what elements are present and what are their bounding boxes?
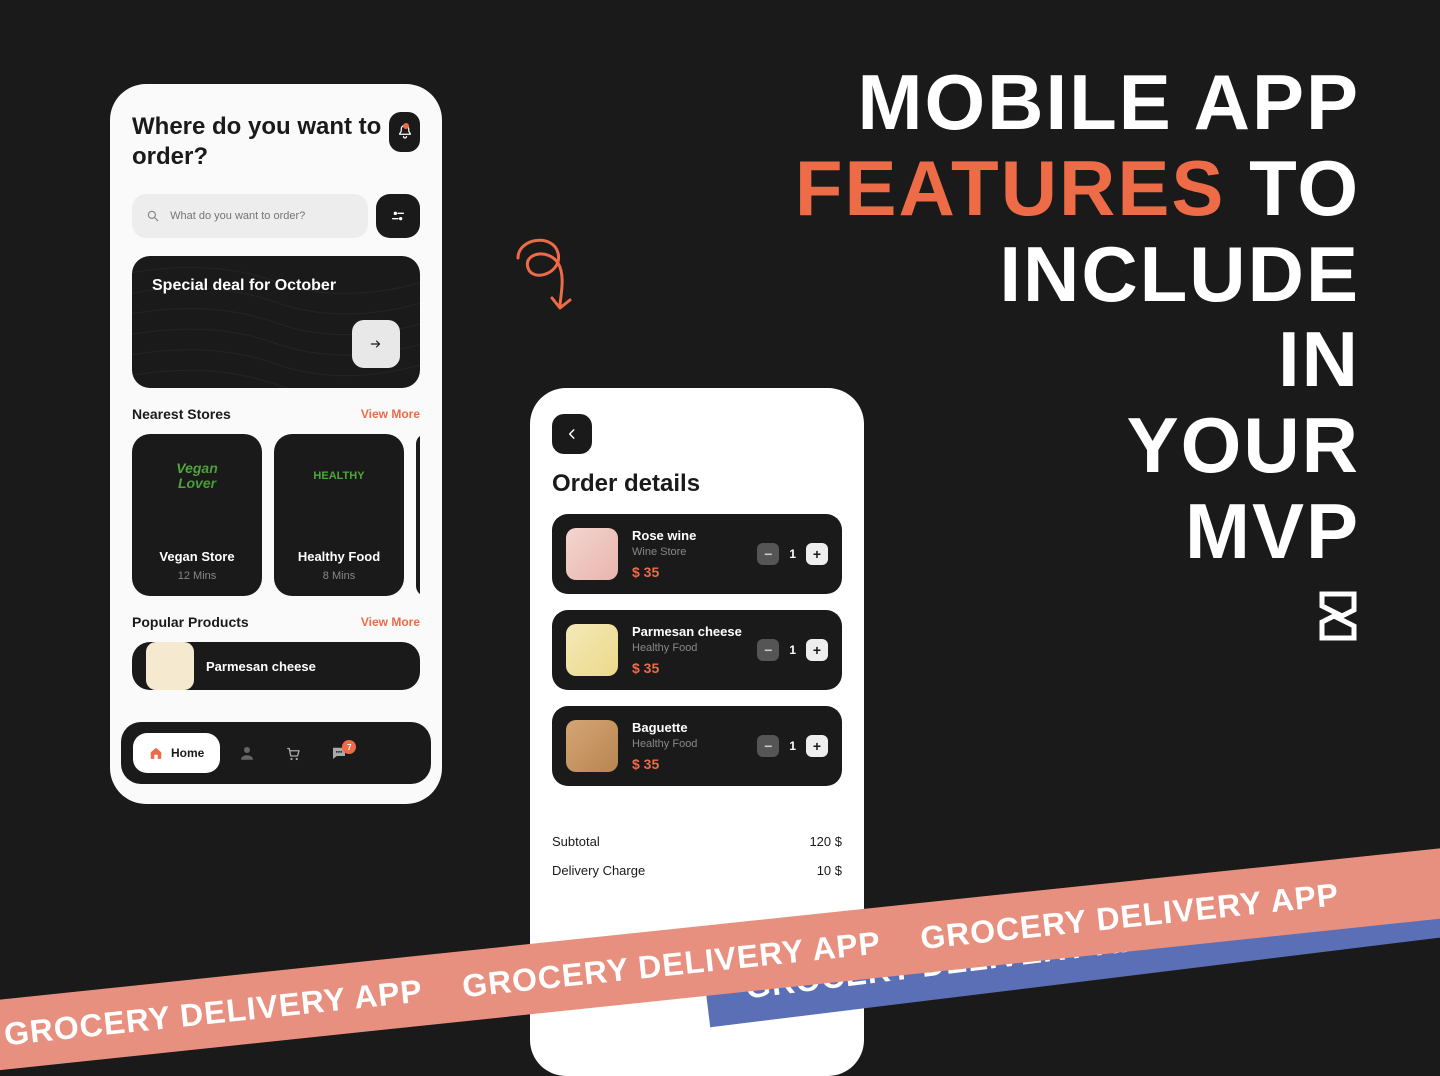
item-thumbnail	[566, 720, 618, 772]
store-name: Healthy Food	[298, 549, 380, 564]
store-eta: 8 Mins	[323, 570, 355, 582]
nav-profile-button[interactable]	[228, 744, 266, 762]
brand-logo-icon	[1318, 590, 1358, 647]
nav-home-button[interactable]: Home	[133, 733, 220, 773]
item-store: Healthy Food	[632, 738, 743, 750]
phone-home-screen: Where do you want to order? Special deal…	[110, 84, 442, 804]
item-price: $ 35	[632, 564, 743, 580]
quantity-stepper: − 1 +	[757, 639, 828, 661]
subtotal-label: Subtotal	[552, 834, 600, 849]
item-store: Wine Store	[632, 546, 743, 558]
delivery-value: 10 $	[817, 863, 842, 878]
item-name: Parmesan cheese	[632, 624, 743, 639]
notifications-button[interactable]	[389, 112, 420, 152]
subtotal-value: 120 $	[809, 834, 842, 849]
store-logo-icon: HEALTHY	[304, 448, 374, 504]
headline-line: IN	[795, 317, 1360, 403]
order-item: Rose wine Wine Store $ 35 − 1 +	[552, 514, 842, 594]
store-card[interactable]: HEALTHY Healthy Food 8 Mins	[274, 434, 404, 596]
item-thumbnail	[566, 624, 618, 676]
nav-home-label: Home	[171, 746, 204, 760]
quantity-stepper: − 1 +	[757, 735, 828, 757]
headline-line: MOBILE APP	[795, 60, 1360, 146]
arrow-right-icon	[367, 337, 385, 351]
marketing-headline: MOBILE APP FEATURES TO INCLUDE IN YOUR M…	[795, 60, 1360, 575]
store-card[interactable]	[416, 434, 420, 596]
qty-value: 1	[789, 547, 796, 561]
nav-cart-button[interactable]	[274, 744, 312, 762]
promo-card[interactable]: Special deal for October	[132, 256, 420, 388]
item-price: $ 35	[632, 756, 743, 772]
chevron-left-icon	[565, 427, 579, 441]
view-more-link[interactable]: View More	[361, 407, 420, 421]
qty-minus-button[interactable]: −	[757, 735, 779, 757]
headline-line: YOUR	[795, 403, 1360, 489]
product-name: Parmesan cheese	[206, 659, 316, 674]
filter-button[interactable]	[376, 194, 420, 238]
qty-plus-button[interactable]: +	[806, 735, 828, 757]
promo-title: Special deal for October	[152, 276, 400, 297]
qty-minus-button[interactable]: −	[757, 543, 779, 565]
order-summary: Subtotal 120 $ Delivery Charge 10 $	[552, 834, 842, 878]
order-item: Baguette Healthy Food $ 35 − 1 +	[552, 706, 842, 786]
cart-icon	[284, 744, 302, 762]
store-name: Vegan Store	[159, 549, 234, 564]
store-logo-icon: Vegan Lover	[162, 448, 232, 504]
qty-value: 1	[789, 739, 796, 753]
qty-plus-button[interactable]: +	[806, 639, 828, 661]
item-name: Baguette	[632, 720, 743, 735]
headline-line: MVP	[795, 489, 1360, 575]
home-icon	[149, 746, 163, 760]
page-title: Order details	[552, 470, 842, 498]
popular-products-label: Popular Products	[132, 614, 249, 630]
page-title: Where do you want to order?	[132, 112, 389, 172]
headline-line: INCLUDE	[795, 232, 1360, 318]
quantity-stepper: − 1 +	[757, 543, 828, 565]
product-thumbnail	[146, 642, 194, 690]
search-input-wrapper[interactable]	[132, 194, 368, 238]
squiggle-arrow-icon	[498, 228, 588, 328]
order-item: Parmesan cheese Healthy Food $ 35 − 1 +	[552, 610, 842, 690]
nearest-stores-label: Nearest Stores	[132, 406, 231, 422]
sliders-icon	[390, 208, 406, 224]
headline-line: FEATURES TO	[795, 146, 1360, 232]
user-icon	[238, 744, 256, 762]
delivery-label: Delivery Charge	[552, 863, 645, 878]
item-thumbnail	[566, 528, 618, 580]
back-button[interactable]	[552, 414, 592, 454]
product-card[interactable]: Parmesan cheese	[132, 642, 420, 690]
qty-plus-button[interactable]: +	[806, 543, 828, 565]
search-icon	[146, 208, 160, 224]
store-card[interactable]: Vegan Lover Vegan Store 12 Mins	[132, 434, 262, 596]
notification-dot-icon	[403, 123, 409, 129]
qty-minus-button[interactable]: −	[757, 639, 779, 661]
store-eta: 12 Mins	[178, 570, 217, 582]
search-input[interactable]	[170, 210, 354, 222]
item-store: Healthy Food	[632, 642, 743, 654]
item-name: Rose wine	[632, 528, 743, 543]
item-price: $ 35	[632, 660, 743, 676]
nav-chat-button[interactable]: 7	[320, 744, 358, 762]
bottom-nav: Home 7	[121, 722, 431, 784]
qty-value: 1	[789, 643, 796, 657]
store-list: Vegan Lover Vegan Store 12 Mins HEALTHY …	[132, 434, 420, 596]
view-more-link[interactable]: View More	[361, 615, 420, 629]
promo-arrow-button[interactable]	[352, 320, 400, 368]
chat-badge: 7	[342, 740, 356, 754]
